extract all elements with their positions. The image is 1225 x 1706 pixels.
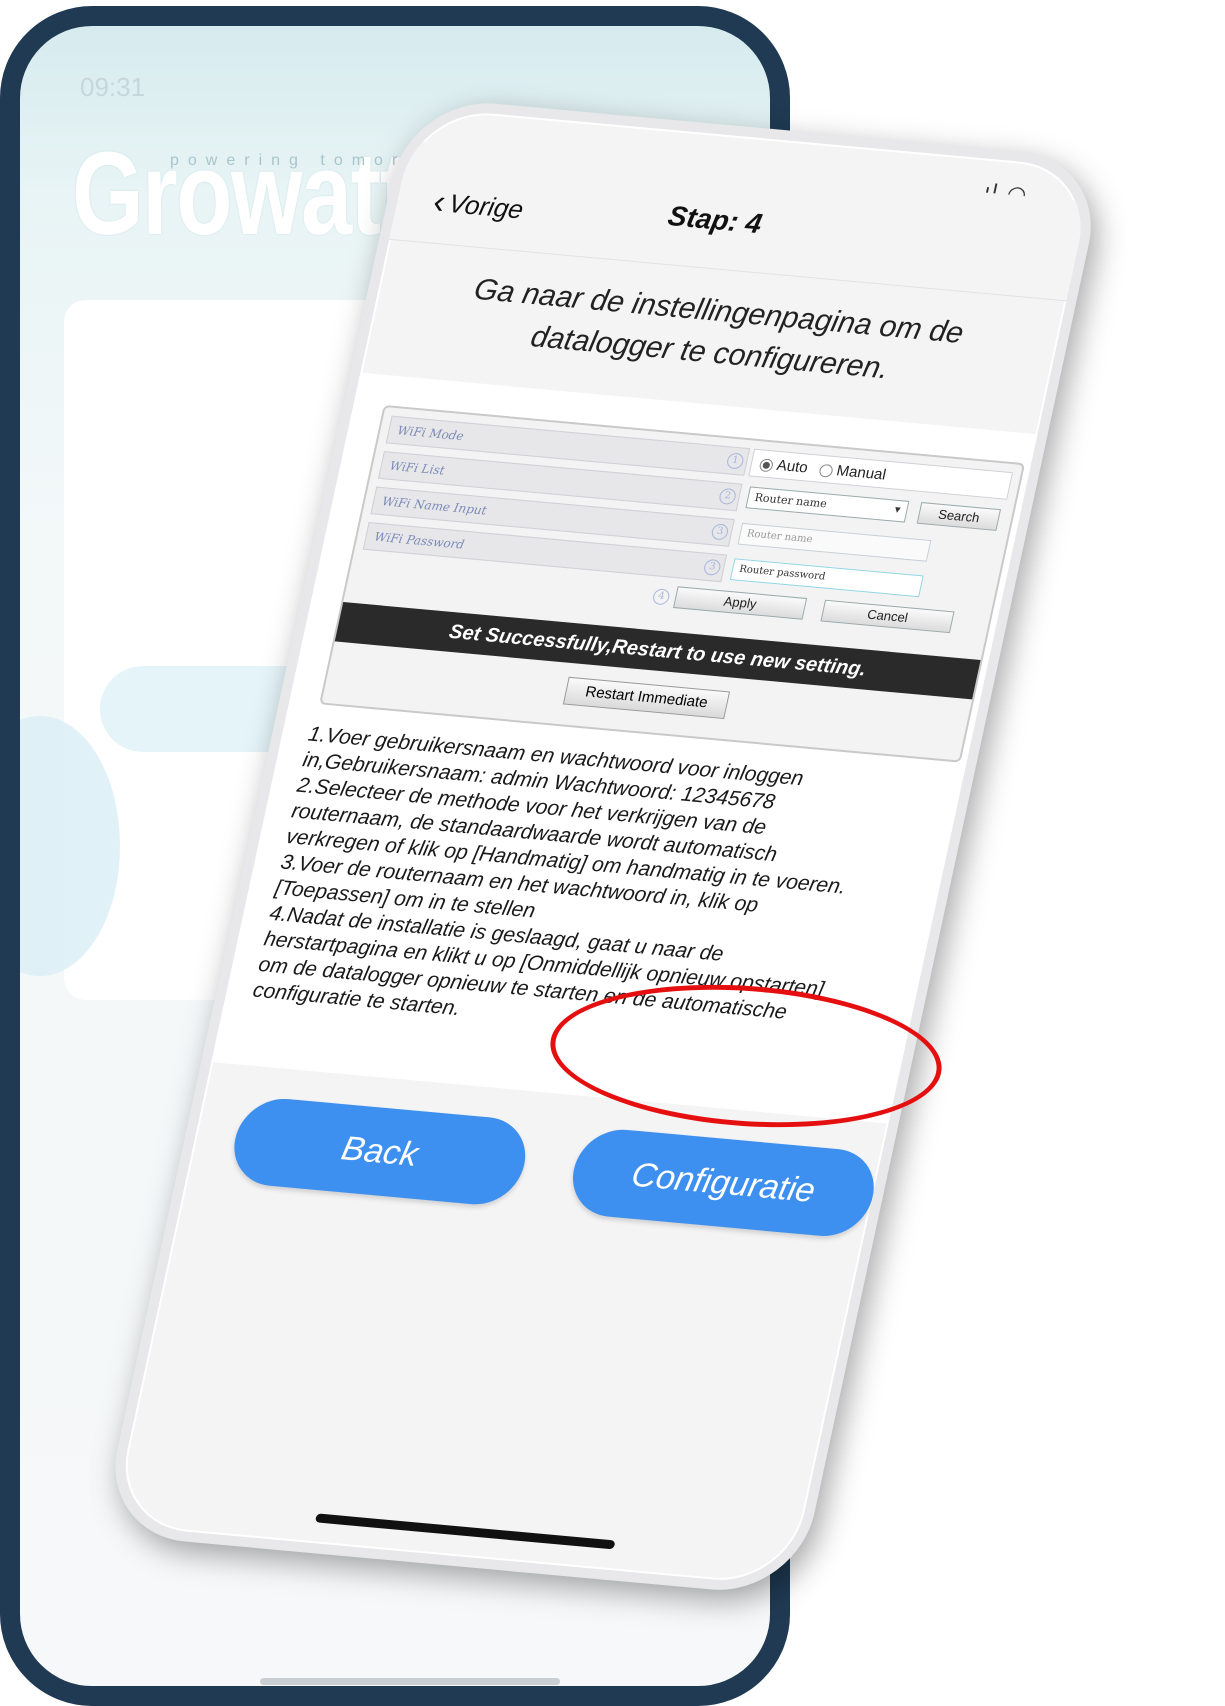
restart-immediate-button[interactable]: Restart Immediate: [562, 676, 731, 720]
radio-auto-label: Auto: [775, 456, 810, 477]
dropdown-arrow-icon: ▾: [893, 502, 902, 517]
router-select-value: Router name: [753, 491, 829, 511]
settings-screenshot: WiFi Mode 1 Auto Manual WiFi List 2 Rout…: [319, 404, 1026, 763]
search-button[interactable]: Search: [916, 502, 1002, 531]
growatt-logo: Growatt: [72, 128, 410, 260]
radio-manual[interactable]: [818, 463, 834, 478]
radio-auto[interactable]: [758, 458, 775, 473]
back-nav-label: Vorige: [445, 188, 527, 225]
home-indicator: [314, 1513, 616, 1550]
back-button[interactable]: Back: [226, 1095, 534, 1209]
back-nav-button[interactable]: ‹Vorige: [430, 183, 527, 230]
home-indicator: [260, 1678, 560, 1685]
status-time: 09:31: [80, 72, 146, 102]
radio-manual-label: Manual: [834, 462, 888, 484]
page-title: Stap: 4: [665, 200, 765, 240]
info-icon: 4: [651, 588, 671, 606]
configuratie-button[interactable]: Configuratie: [564, 1125, 883, 1240]
